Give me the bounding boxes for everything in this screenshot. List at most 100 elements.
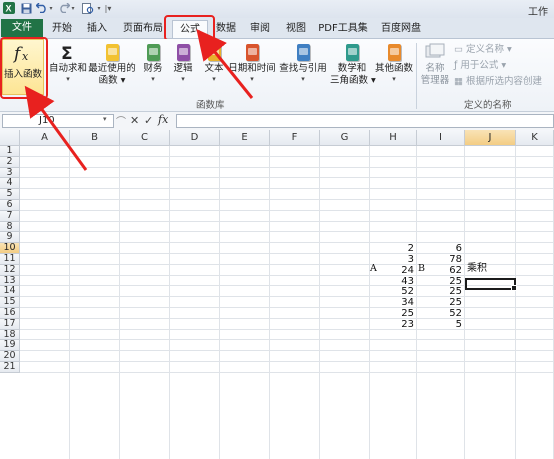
select-all-corner[interactable] (0, 130, 20, 146)
lookup-reference-button[interactable]: 查找与引用 ▾ (278, 41, 328, 83)
gridline-horizontal (20, 166, 554, 168)
cell-H16[interactable]: 25 (370, 308, 414, 319)
cell-I15[interactable]: 25 (418, 297, 462, 308)
gridline-horizontal (20, 231, 554, 233)
gridline-horizontal (20, 220, 554, 222)
cell-I10[interactable]: 6 (418, 243, 462, 254)
gridline-horizontal (20, 350, 554, 352)
gridline-vertical (515, 146, 516, 459)
redo-dropdown-icon[interactable]: ▾ (70, 2, 76, 14)
column-header-J[interactable]: J (465, 130, 516, 146)
gridline-horizontal (20, 339, 554, 341)
gridline-horizontal (20, 253, 554, 254)
cell-H17[interactable]: 23 (370, 319, 414, 330)
logical-button[interactable]: 逻辑 ▾ (170, 41, 196, 83)
autosum-button[interactable]: Σ 自动求和 ▾ (48, 41, 88, 83)
name-manager-button[interactable]: 名称 管理器 (418, 41, 452, 87)
enter-check-icon[interactable]: ✓ (144, 114, 153, 127)
gridline-horizontal (20, 361, 554, 362)
gridline-vertical (464, 146, 465, 459)
text-functions-button[interactable]: 文本 ▾ (202, 41, 226, 83)
tab-home[interactable]: 开始 (47, 20, 77, 37)
redo-icon[interactable] (58, 2, 70, 14)
define-name-button[interactable]: ▭ 定义名称 ▾ (454, 43, 512, 56)
cell-H14[interactable]: 52 (370, 286, 414, 297)
gridline-horizontal (20, 371, 554, 373)
create-from-selection-button[interactable]: ▦ 根据所选内容创建 (454, 75, 542, 88)
recently-used-label-1: 最近使用的 (88, 63, 136, 74)
gridline-vertical (169, 146, 170, 459)
group-function-library-label: 函数库 (196, 100, 225, 111)
formula-bar: J10 ▾ ⌒ ✕ ✓ fx (0, 112, 554, 131)
row-header-7[interactable]: 7 (0, 210, 20, 222)
cell-I16[interactable]: 52 (418, 308, 462, 319)
more-functions-books-icon (383, 41, 405, 63)
column-header-F[interactable]: F (270, 130, 320, 146)
column-header-K[interactable]: K (516, 130, 554, 146)
column-header-A[interactable]: A (20, 130, 70, 146)
column-header-B[interactable]: B (70, 130, 120, 146)
worksheet-grid[interactable]: A B C D E F G H I J K 1 2 3 4 5 6 7 8 9 10 11 12 13 14 15 16 17 18 19… (0, 130, 554, 459)
cell-I13[interactable]: 25 (418, 276, 462, 287)
math-trig-label-1: 数学和 (337, 63, 367, 74)
print-dropdown-icon[interactable]: ▾ (96, 2, 102, 14)
cell-H9[interactable]: A (370, 263, 377, 274)
formula-bar-expand-icon[interactable]: ⌒ (116, 113, 126, 128)
gridline-vertical (219, 146, 220, 459)
save-icon[interactable] (20, 2, 32, 14)
use-in-formula-button[interactable]: ƒ 用于公式 ▾ (454, 59, 506, 72)
name-manager-label-1: 名称 (425, 63, 445, 74)
tab-baidu-netdisk[interactable]: 百度网盘 (374, 20, 428, 37)
column-header-H[interactable]: H (370, 130, 417, 146)
tab-review[interactable]: 审阅 (244, 20, 276, 37)
insert-function-highlight (0, 37, 48, 99)
name-box[interactable]: J10 (2, 114, 114, 128)
autosum-label: 自动求和 (48, 63, 87, 74)
tab-page-layout[interactable]: 页面布局 (118, 20, 168, 37)
tab-pdf-tools[interactable]: PDF工具集 (316, 20, 370, 37)
tab-file[interactable]: 文件 (1, 19, 43, 37)
cell-H13[interactable]: 43 (370, 276, 414, 287)
name-manager-icon (424, 41, 446, 63)
cell-H15[interactable]: 34 (370, 297, 414, 308)
cell-I9[interactable]: B (418, 263, 425, 274)
formulas-tab-highlight (164, 15, 215, 41)
cell-H10[interactable]: 2 (370, 243, 414, 254)
fx-insert-icon[interactable]: fx (158, 113, 168, 126)
customize-quick-access-icon[interactable]: |▾ (104, 2, 112, 14)
column-header-D[interactable]: D (170, 130, 220, 146)
column-header-E[interactable]: E (220, 130, 270, 146)
gridline-horizontal (20, 209, 554, 211)
row-header-21[interactable]: 21 (0, 362, 20, 373)
datetime-book-icon (241, 41, 263, 63)
column-header-C[interactable]: C (120, 130, 170, 146)
math-trig-button[interactable]: 数学和 三角函数 ▾ (330, 41, 376, 87)
tab-insert[interactable]: 插入 (80, 20, 114, 37)
svg-text:Σ: Σ (61, 44, 73, 61)
column-header-G[interactable]: G (320, 130, 370, 146)
cell-I14[interactable]: 25 (418, 286, 462, 297)
formula-input[interactable] (176, 114, 554, 128)
column-header-I[interactable]: I (417, 130, 465, 146)
tab-view[interactable]: 视图 (280, 20, 312, 37)
more-functions-button[interactable]: 其他函数 ▾ (374, 41, 414, 83)
undo-dropdown-icon[interactable]: ▾ (48, 2, 54, 14)
datetime-label: 日期和时间 (228, 63, 276, 74)
name-box-dropdown-icon[interactable]: ▾ (103, 115, 107, 123)
cell-J9[interactable]: 乘积 (467, 263, 487, 274)
gridline-horizontal (20, 307, 554, 308)
active-cell-J10[interactable] (465, 278, 517, 291)
financial-button[interactable]: 财务 ▾ (140, 41, 166, 83)
cell-I17[interactable]: 5 (418, 319, 462, 330)
datetime-button[interactable]: 日期和时间 ▾ (228, 41, 276, 83)
recently-used-label-2: 函数 ▾ (98, 75, 126, 86)
recently-used-button[interactable]: 最近使用的 函数 ▾ (88, 41, 136, 87)
financial-dropdown-icon: ▾ (151, 75, 155, 83)
undo-icon[interactable] (36, 2, 48, 14)
window-title: 工作 (528, 7, 548, 18)
print-preview-icon[interactable] (82, 2, 94, 14)
row-header-17[interactable]: 17 (0, 318, 20, 330)
row-header-2[interactable]: 2 (0, 156, 20, 168)
cancel-icon[interactable]: ✕ (130, 114, 139, 127)
row-header-12[interactable]: 12 (0, 264, 20, 276)
